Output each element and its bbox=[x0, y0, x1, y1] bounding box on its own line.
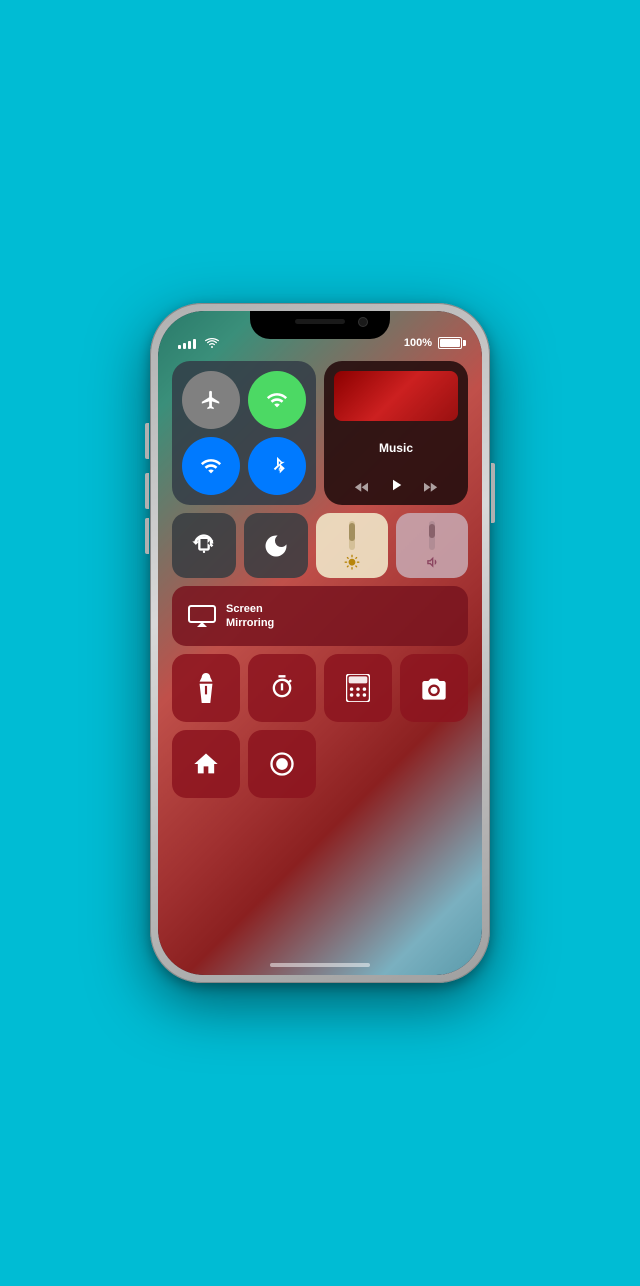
cc-main-grid: Music bbox=[172, 361, 468, 798]
timer-icon bbox=[268, 674, 296, 702]
battery-fill bbox=[440, 339, 460, 347]
signal-bar-1 bbox=[178, 345, 181, 349]
flashlight-icon bbox=[195, 673, 217, 703]
control-center: Music bbox=[172, 361, 468, 955]
brightness-icon bbox=[342, 554, 362, 570]
camera-icon bbox=[420, 676, 448, 700]
empty-slot-2 bbox=[400, 730, 468, 798]
camera-button[interactable] bbox=[400, 654, 468, 722]
phone-frame: 100% bbox=[150, 303, 490, 983]
screen-mirroring-label: ScreenMirroring bbox=[226, 602, 274, 631]
timer-button[interactable] bbox=[248, 654, 316, 722]
cc-row-5 bbox=[172, 730, 468, 798]
rewind-button[interactable] bbox=[353, 478, 371, 492]
wifi-status-icon bbox=[204, 337, 220, 349]
do-not-disturb-button[interactable] bbox=[244, 513, 308, 578]
lock-rotation-button[interactable] bbox=[172, 513, 236, 578]
cc-row-4 bbox=[172, 654, 468, 722]
brightness-button[interactable] bbox=[316, 513, 388, 578]
screen-mirroring-icon bbox=[188, 605, 216, 627]
phone-inner: 100% bbox=[158, 311, 482, 975]
cellular-button[interactable] bbox=[248, 371, 306, 429]
bluetooth-button[interactable] bbox=[248, 437, 306, 495]
lock-rotation-icon bbox=[190, 532, 218, 560]
volume-button[interactable] bbox=[396, 513, 468, 578]
screen-mirroring-button[interactable]: ScreenMirroring bbox=[172, 586, 468, 646]
wifi-icon bbox=[200, 455, 222, 477]
screen-record-icon bbox=[268, 750, 296, 778]
bluetooth-icon bbox=[268, 455, 286, 477]
airplane-icon bbox=[200, 389, 222, 411]
connectivity-block bbox=[172, 361, 316, 505]
signal-bar-4 bbox=[193, 339, 196, 349]
airplane-mode-button[interactable] bbox=[182, 371, 240, 429]
music-controls bbox=[334, 475, 458, 495]
volume-icon bbox=[422, 554, 442, 570]
cellular-icon bbox=[266, 389, 288, 411]
moon-icon bbox=[262, 532, 290, 560]
music-title: Music bbox=[334, 441, 458, 455]
signal-area bbox=[178, 337, 220, 349]
status-bar: 100% bbox=[158, 311, 482, 355]
battery-percentage: 100% bbox=[404, 337, 432, 349]
fastforward-button[interactable] bbox=[421, 478, 439, 492]
screen: 100% bbox=[158, 311, 482, 975]
empty-slot-1 bbox=[324, 730, 392, 798]
cc-row-3: ScreenMirroring bbox=[172, 586, 468, 646]
calculator-button[interactable] bbox=[324, 654, 392, 722]
signal-bar-3 bbox=[188, 341, 191, 349]
calculator-icon bbox=[346, 674, 370, 702]
battery-area: 100% bbox=[404, 337, 462, 349]
flashlight-button[interactable] bbox=[172, 654, 240, 722]
signal-bar-2 bbox=[183, 343, 186, 349]
battery-icon bbox=[438, 337, 462, 349]
wifi-button[interactable] bbox=[182, 437, 240, 495]
cc-row-1: Music bbox=[172, 361, 468, 505]
screen-record-button[interactable] bbox=[248, 730, 316, 798]
home-button[interactable] bbox=[172, 730, 240, 798]
signal-bars bbox=[178, 337, 196, 349]
album-art bbox=[334, 371, 458, 421]
cc-row-2 bbox=[172, 513, 468, 578]
home-icon bbox=[192, 750, 220, 778]
home-indicator bbox=[270, 963, 370, 967]
play-button[interactable] bbox=[387, 475, 405, 495]
music-widget[interactable]: Music bbox=[324, 361, 468, 505]
